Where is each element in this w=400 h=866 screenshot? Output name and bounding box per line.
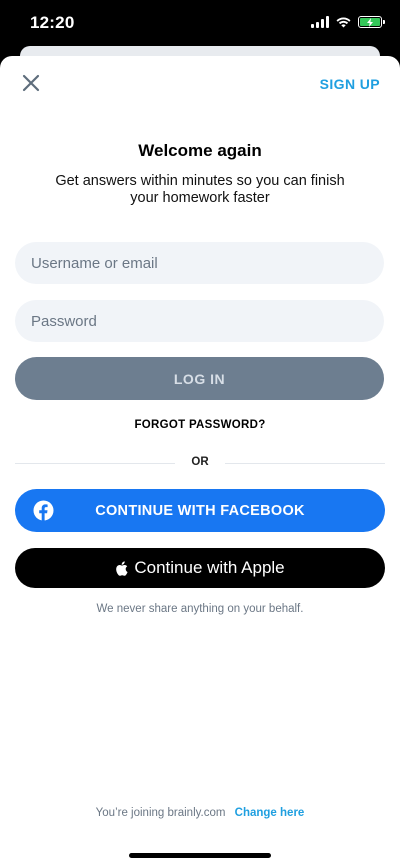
login-sheet: SIGN UP Welcome again Get answers within…: [0, 56, 400, 866]
change-here-link[interactable]: Change here: [235, 807, 305, 819]
privacy-note: We never share anything on your behalf.: [96, 603, 304, 615]
login-button[interactable]: LOG IN: [15, 357, 384, 400]
status-time: 12:20: [30, 13, 75, 32]
page-title: Welcome again: [138, 141, 262, 160]
apple-button-label: Continue with Apple: [134, 558, 285, 577]
status-bar: 12:20: [0, 0, 400, 48]
facebook-icon: [33, 500, 54, 521]
status-icons: [311, 16, 385, 28]
page-subtitle: Get answers within minutes so you can fi…: [55, 173, 345, 206]
facebook-button-label: CONTINUE WITH FACEBOOK: [95, 502, 305, 519]
password-input[interactable]: [15, 300, 384, 342]
close-icon[interactable]: [20, 72, 42, 94]
home-indicator: [129, 853, 271, 858]
apple-icon: [116, 560, 128, 576]
or-divider: OR: [15, 456, 385, 471]
continue-with-apple-button[interactable]: Continue with Apple: [15, 548, 385, 588]
battery-charging-icon: [358, 16, 385, 28]
or-label: OR: [191, 456, 209, 468]
signup-link[interactable]: SIGN UP: [320, 76, 380, 92]
wifi-icon: [336, 17, 351, 28]
divider-line-right: [225, 463, 385, 464]
continue-with-facebook-button[interactable]: CONTINUE WITH FACEBOOK: [15, 489, 385, 532]
footer: You’re joining brainly.com Change here: [0, 807, 400, 819]
joining-text: You’re joining brainly.com: [95, 807, 226, 819]
cellular-signal-icon: [311, 16, 329, 28]
username-input[interactable]: [15, 242, 384, 284]
forgot-password-link[interactable]: FORGOT PASSWORD?: [0, 419, 400, 431]
